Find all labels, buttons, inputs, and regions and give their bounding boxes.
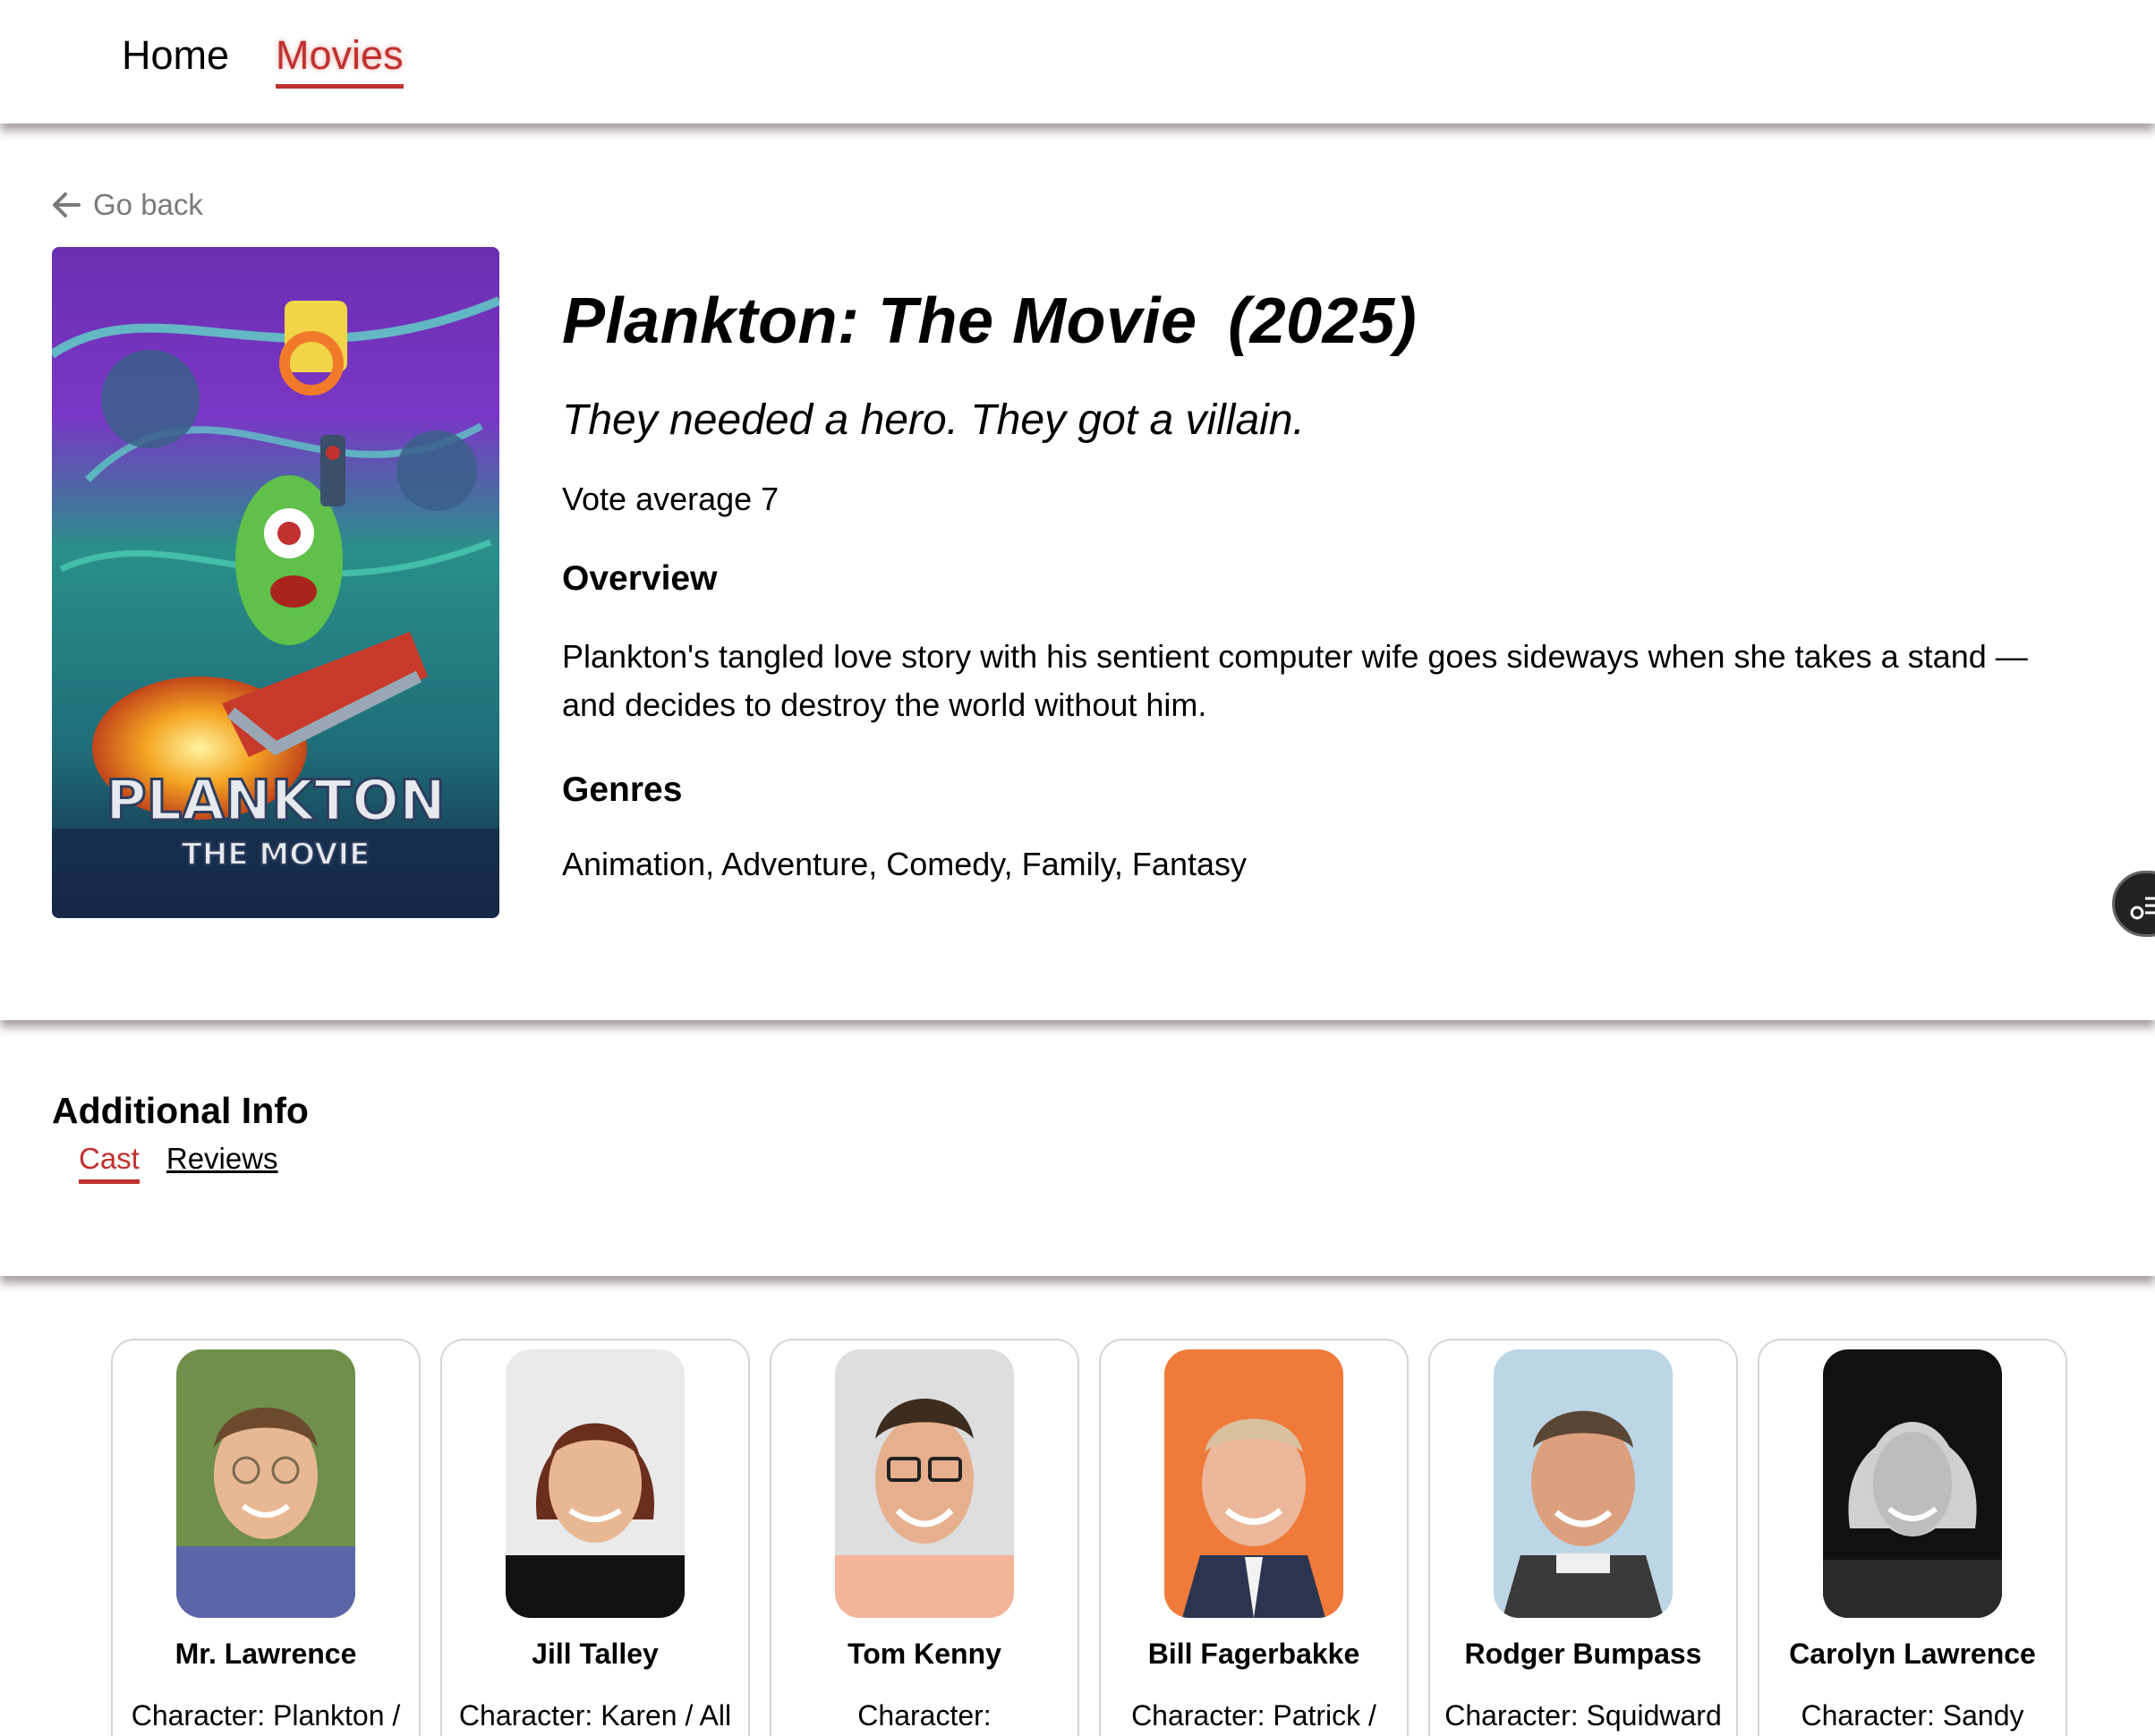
movie-poster: PLANKTON THE MOVIE [52, 247, 499, 918]
cast-photo [1823, 1349, 2002, 1618]
cast-photo [1494, 1349, 1673, 1618]
floating-menu-button[interactable] [2112, 871, 2155, 937]
main-nav: Home Movies [122, 32, 404, 89]
cast-list: Mr. Lawrence Character: Plankton / Jill … [111, 1339, 2067, 1736]
cast-card: Mr. Lawrence Character: Plankton / [111, 1339, 421, 1736]
vote-average: Vote average 7 [562, 481, 779, 517]
nav-movies-link[interactable]: Movies [276, 32, 404, 89]
cast-card: Carolyn Lawrence Character: Sandy [1758, 1339, 2067, 1736]
tab-cast[interactable]: Cast [79, 1142, 140, 1184]
cast-name: Mr. Lawrence [175, 1638, 357, 1670]
arrow-left-icon [53, 192, 81, 217]
overview-text: Plankton's tangled love story with his s… [562, 638, 2028, 723]
cast-character: Character: [857, 1699, 992, 1732]
cast-character: Character: Squidward [1444, 1699, 1722, 1732]
site-header: Home Movies [0, 0, 2155, 123]
cast-name: Jill Talley [532, 1638, 659, 1670]
nav-home-link[interactable]: Home [122, 32, 229, 89]
movie-title: Plankton: The Movie (2025) [562, 285, 2083, 358]
genres-heading: Genres [562, 770, 683, 809]
cast-photo [1164, 1349, 1343, 1618]
tab-reviews[interactable]: Reviews [166, 1142, 278, 1184]
movie-title-text: Plankton: The Movie [562, 285, 1197, 357]
cast-character: Character: Karen / All [458, 1699, 732, 1732]
cast-name: Rodger Bumpass [1464, 1638, 1702, 1670]
overview-heading: Overview [562, 559, 718, 598]
movie-info: Plankton: The Movie (2025) They needed a… [562, 285, 2083, 883]
cast-card: Tom Kenny Character: [770, 1339, 1079, 1736]
cast-character: Character: Sandy [1801, 1699, 2024, 1732]
cast-name: Bill Fagerbakke [1147, 1638, 1360, 1670]
additional-info-title: Additional Info [52, 1090, 309, 1131]
cast-character: Character: Patrick / [1131, 1699, 1376, 1732]
movie-tagline: They needed a hero. They got a villain. [562, 396, 1305, 444]
additional-info-tabs: Cast Reviews [79, 1142, 278, 1184]
cast-photo [176, 1349, 355, 1618]
go-back-link[interactable]: Go back [52, 188, 203, 222]
cast-photo [835, 1349, 1014, 1618]
cast-character: Character: Plankton / [131, 1699, 401, 1732]
cast-card: Jill Talley Character: Karen / All [440, 1339, 750, 1736]
poster-logo-line2: THE MOVIE [182, 837, 371, 872]
additional-info-section: Additional Info Cast Reviews [0, 1020, 2155, 1276]
cast-name: Tom Kenny [848, 1638, 1001, 1670]
movie-year: (2025) [1228, 285, 1418, 357]
cast-name: Carolyn Lawrence [1789, 1638, 2036, 1670]
movie-details-section: Go back PLANKTON THE MOVIE Plankton: The… [0, 123, 2155, 1020]
go-back-label: Go back [93, 188, 203, 221]
genres-list: Animation, Adventure, Comedy, Family, Fa… [562, 846, 1247, 882]
cast-card: Bill Fagerbakke Character: Patrick / [1099, 1339, 1409, 1736]
cast-photo [506, 1349, 685, 1618]
playlist-icon [2130, 897, 2155, 920]
cast-card: Rodger Bumpass Character: Squidward [1428, 1339, 1738, 1736]
poster-logo-line1: PLANKTON [106, 768, 446, 833]
